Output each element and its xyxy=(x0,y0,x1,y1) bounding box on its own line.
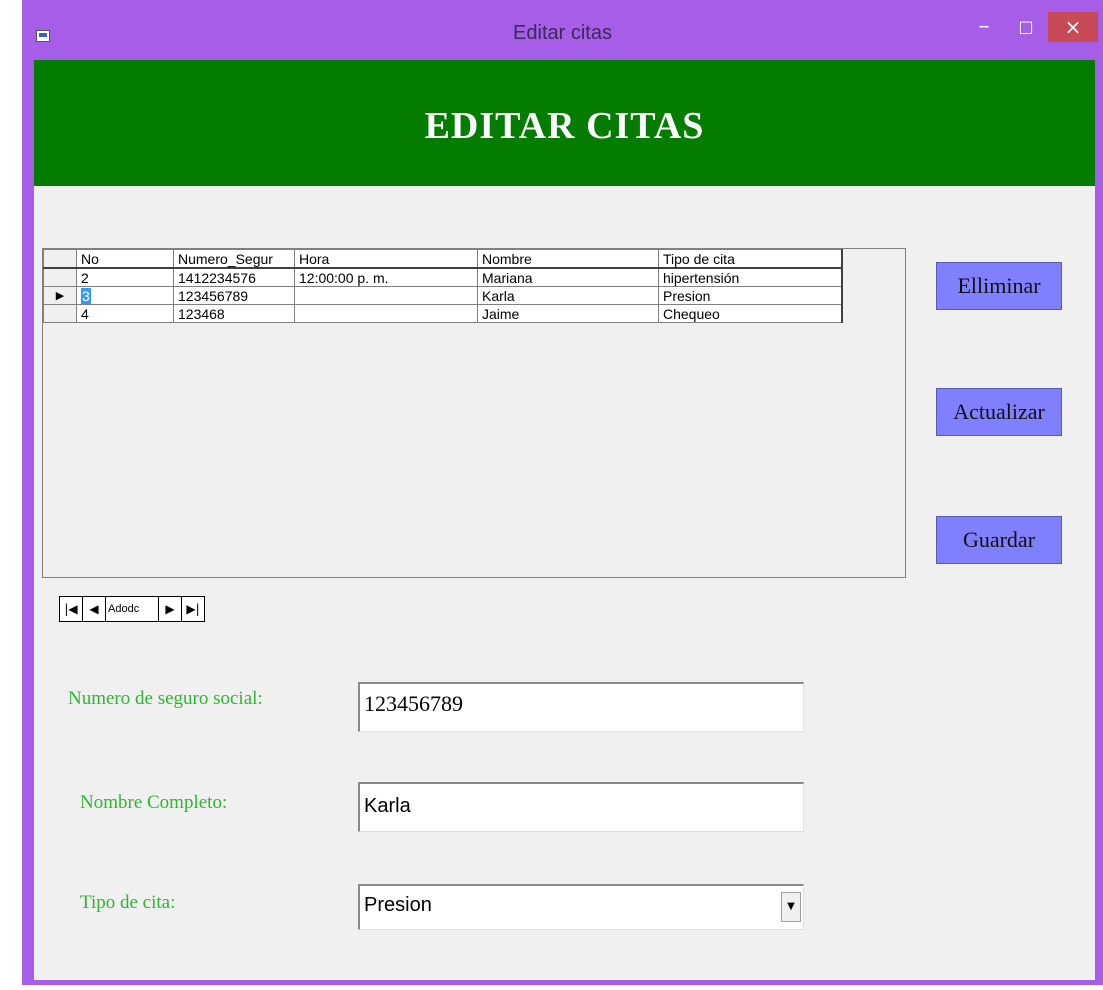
window-title: Editar citas xyxy=(513,22,612,44)
full-name-field[interactable]: Karla xyxy=(358,782,804,832)
adodc-navigator: |◀ ◀ Adodc ▶ ▶| xyxy=(59,596,205,622)
row-selector-header[interactable] xyxy=(43,249,77,269)
column-header-hora[interactable]: Hora xyxy=(294,249,478,269)
maximize-icon[interactable]: □ xyxy=(1006,12,1046,42)
app-window: Editar citas – □ × EDITAR CITAS No Numer… xyxy=(22,0,1103,985)
chevron-down-icon[interactable]: ▼ xyxy=(781,892,801,922)
previous-record-icon[interactable]: ◀ xyxy=(83,597,106,621)
minimize-icon[interactable]: – xyxy=(964,12,1004,42)
ssn-label: Numero de seguro social: xyxy=(68,688,263,709)
ssn-field[interactable]: 123456789 xyxy=(358,682,804,732)
current-row-indicator-icon[interactable]: ▶ xyxy=(43,286,77,305)
cell-hora[interactable] xyxy=(294,304,478,323)
table-row[interactable]: 4 123468 Jaime Chequeo xyxy=(43,304,843,323)
cell-tipo-cita[interactable]: hipertensión xyxy=(658,267,843,287)
save-button[interactable]: Guardar xyxy=(936,516,1062,564)
cell-hora[interactable] xyxy=(294,286,478,305)
full-name-label: Nombre Completo: xyxy=(80,792,228,813)
cell-nombre[interactable]: Mariana xyxy=(477,267,659,287)
delete-button[interactable]: Elliminar xyxy=(936,262,1062,310)
last-record-icon[interactable]: ▶| xyxy=(182,597,204,621)
column-header-numero-seguro[interactable]: Numero_Segur xyxy=(173,249,295,269)
appointment-type-label: Tipo de cita: xyxy=(80,892,176,913)
cell-no[interactable]: 3 xyxy=(76,286,174,305)
cell-numero-seguro[interactable]: 123468 xyxy=(173,304,295,323)
form-client-area: EDITAR CITAS No Numero_Segur Hora Nombre… xyxy=(34,60,1095,980)
update-button[interactable]: Actualizar xyxy=(936,388,1062,436)
first-record-icon[interactable]: |◀ xyxy=(60,597,83,621)
table-row[interactable]: ▶ 3 123456789 Karla Presion xyxy=(43,286,843,305)
cell-no[interactable]: 4 xyxy=(76,304,174,323)
column-header-no[interactable]: No xyxy=(76,249,174,269)
grid-table: No Numero_Segur Hora Nombre Tipo de cita… xyxy=(43,249,843,323)
cell-numero-seguro[interactable]: 123456789 xyxy=(173,286,295,305)
cell-no[interactable]: 2 xyxy=(76,267,174,287)
row-selector[interactable] xyxy=(43,267,77,287)
column-header-tipo-cita[interactable]: Tipo de cita xyxy=(658,249,843,269)
selected-cell-text: 3 xyxy=(81,287,91,304)
navigator-caption: Adodc xyxy=(106,597,159,621)
appointment-type-select[interactable]: Presion ▼ xyxy=(358,884,804,930)
cell-hora[interactable]: 12:00:00 p. m. xyxy=(294,267,478,287)
appointment-type-value: Presion xyxy=(364,894,432,916)
cell-nombre[interactable]: Jaime xyxy=(477,304,659,323)
grid-header-row: No Numero_Segur Hora Nombre Tipo de cita xyxy=(43,249,843,269)
cell-tipo-cita[interactable]: Chequeo xyxy=(658,304,843,323)
column-header-nombre[interactable]: Nombre xyxy=(477,249,659,269)
next-record-icon[interactable]: ▶ xyxy=(159,597,182,621)
cell-tipo-cita[interactable]: Presion xyxy=(658,286,843,305)
row-selector[interactable] xyxy=(43,304,77,323)
page-title: EDITAR CITAS xyxy=(424,105,705,147)
cell-nombre[interactable]: Karla xyxy=(477,286,659,305)
table-row[interactable]: 2 1412234576 12:00:00 p. m. Mariana hipe… xyxy=(43,267,843,287)
cell-numero-seguro[interactable]: 1412234576 xyxy=(173,267,295,287)
title-bar[interactable]: Editar citas – □ × xyxy=(22,0,1103,60)
close-icon[interactable]: × xyxy=(1048,12,1098,42)
appointments-grid[interactable]: No Numero_Segur Hora Nombre Tipo de cita… xyxy=(42,248,906,578)
header-banner: EDITAR CITAS xyxy=(34,60,1095,186)
